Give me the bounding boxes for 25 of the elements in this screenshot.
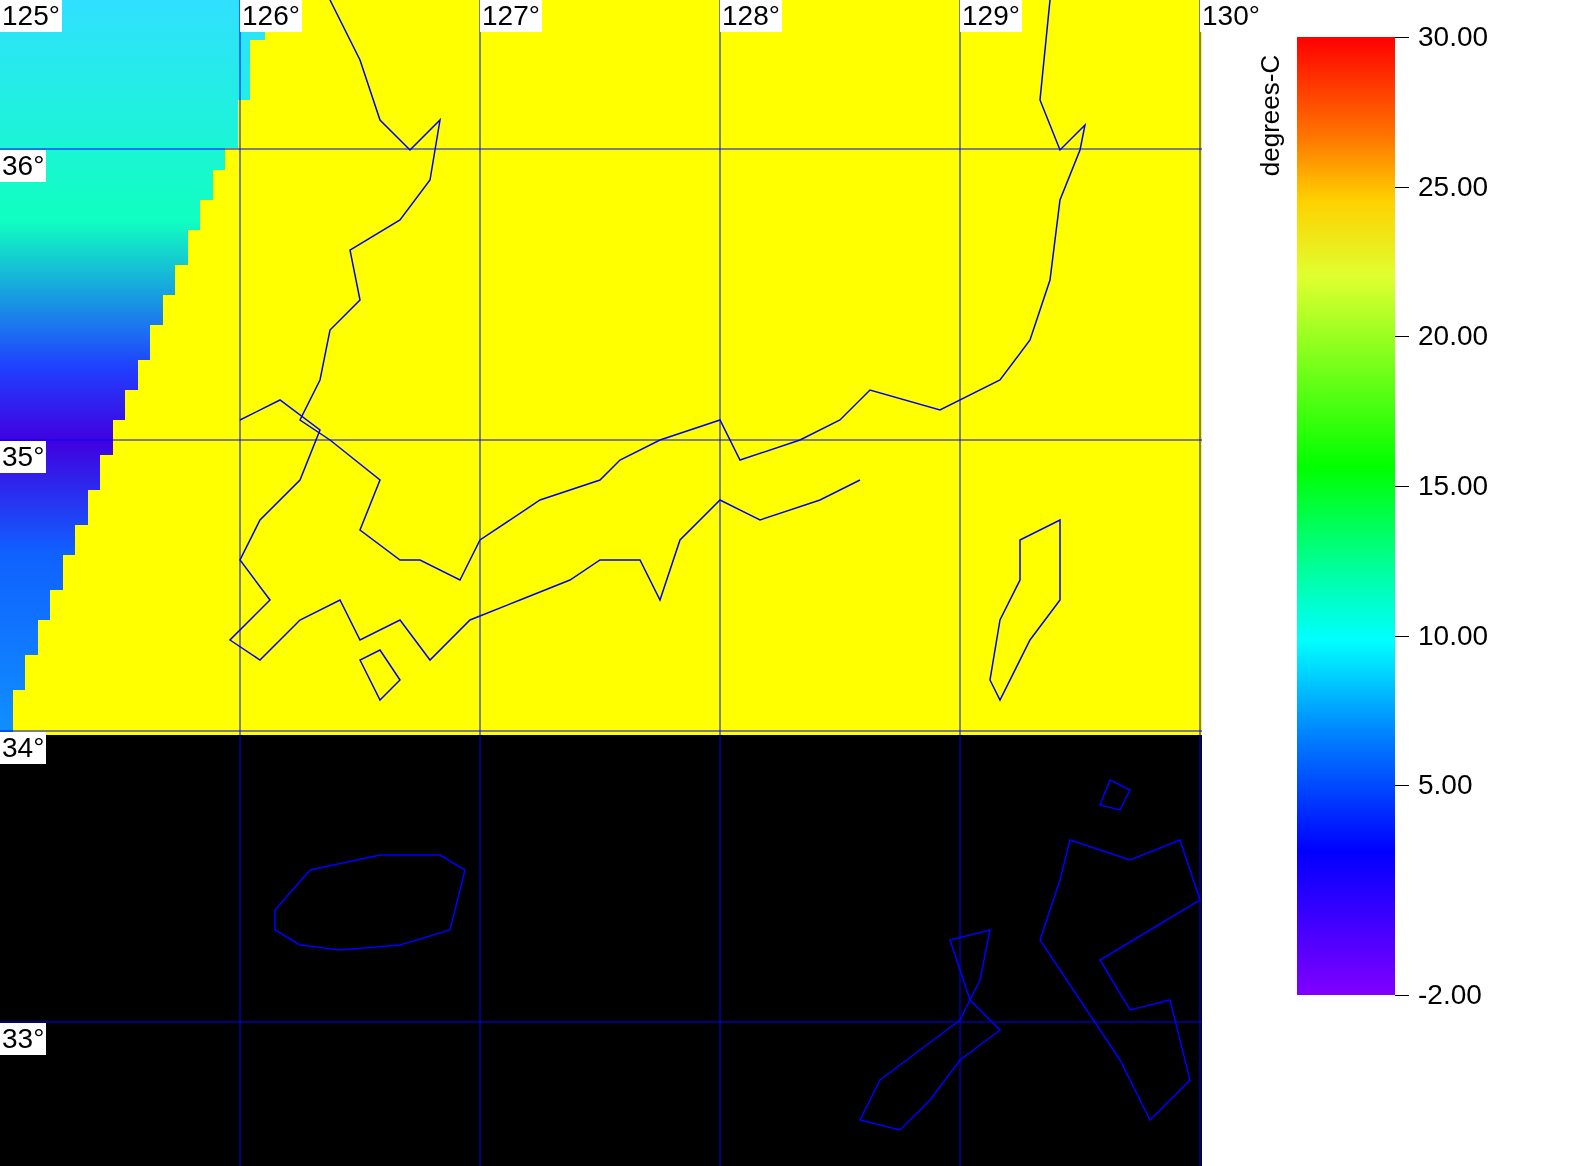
- latitude-label: 35°: [0, 441, 47, 473]
- tick-mark: [1395, 995, 1409, 996]
- tick-mark: [1395, 785, 1409, 787]
- tick-mark: [1395, 635, 1409, 637]
- tick-mark: [1395, 37, 1409, 38]
- latitude-label: 36°: [0, 150, 47, 182]
- colorbar-tick-label: 20.00: [1418, 321, 1489, 352]
- colorbar-tick-label: 5.00: [1418, 770, 1473, 801]
- colorbar-tick-label: 25.00: [1418, 171, 1489, 202]
- colorbar-tick-label: 15.00: [1418, 471, 1489, 502]
- longitude-label: 129°: [960, 0, 1022, 32]
- tick-mark: [1395, 186, 1409, 188]
- colorbar-tick-label: -2.00: [1418, 980, 1482, 1010]
- colorbar-tick-label: 30.00: [1418, 22, 1489, 52]
- colorbar-tick-label: 10.00: [1418, 620, 1489, 651]
- longitude-label: 128°: [720, 0, 782, 32]
- longitude-label: 125°: [0, 0, 62, 32]
- tick-mark: [1395, 336, 1409, 338]
- unit-label: degrees-C: [1255, 54, 1287, 176]
- tick-mark: [1395, 486, 1409, 488]
- longitude-label: 126°: [240, 0, 302, 32]
- latitude-label: 34°: [0, 732, 47, 764]
- longitude-label: 130°: [1200, 0, 1262, 32]
- latitude-label: 33°: [0, 1023, 47, 1055]
- longitude-label: 127°: [480, 0, 542, 32]
